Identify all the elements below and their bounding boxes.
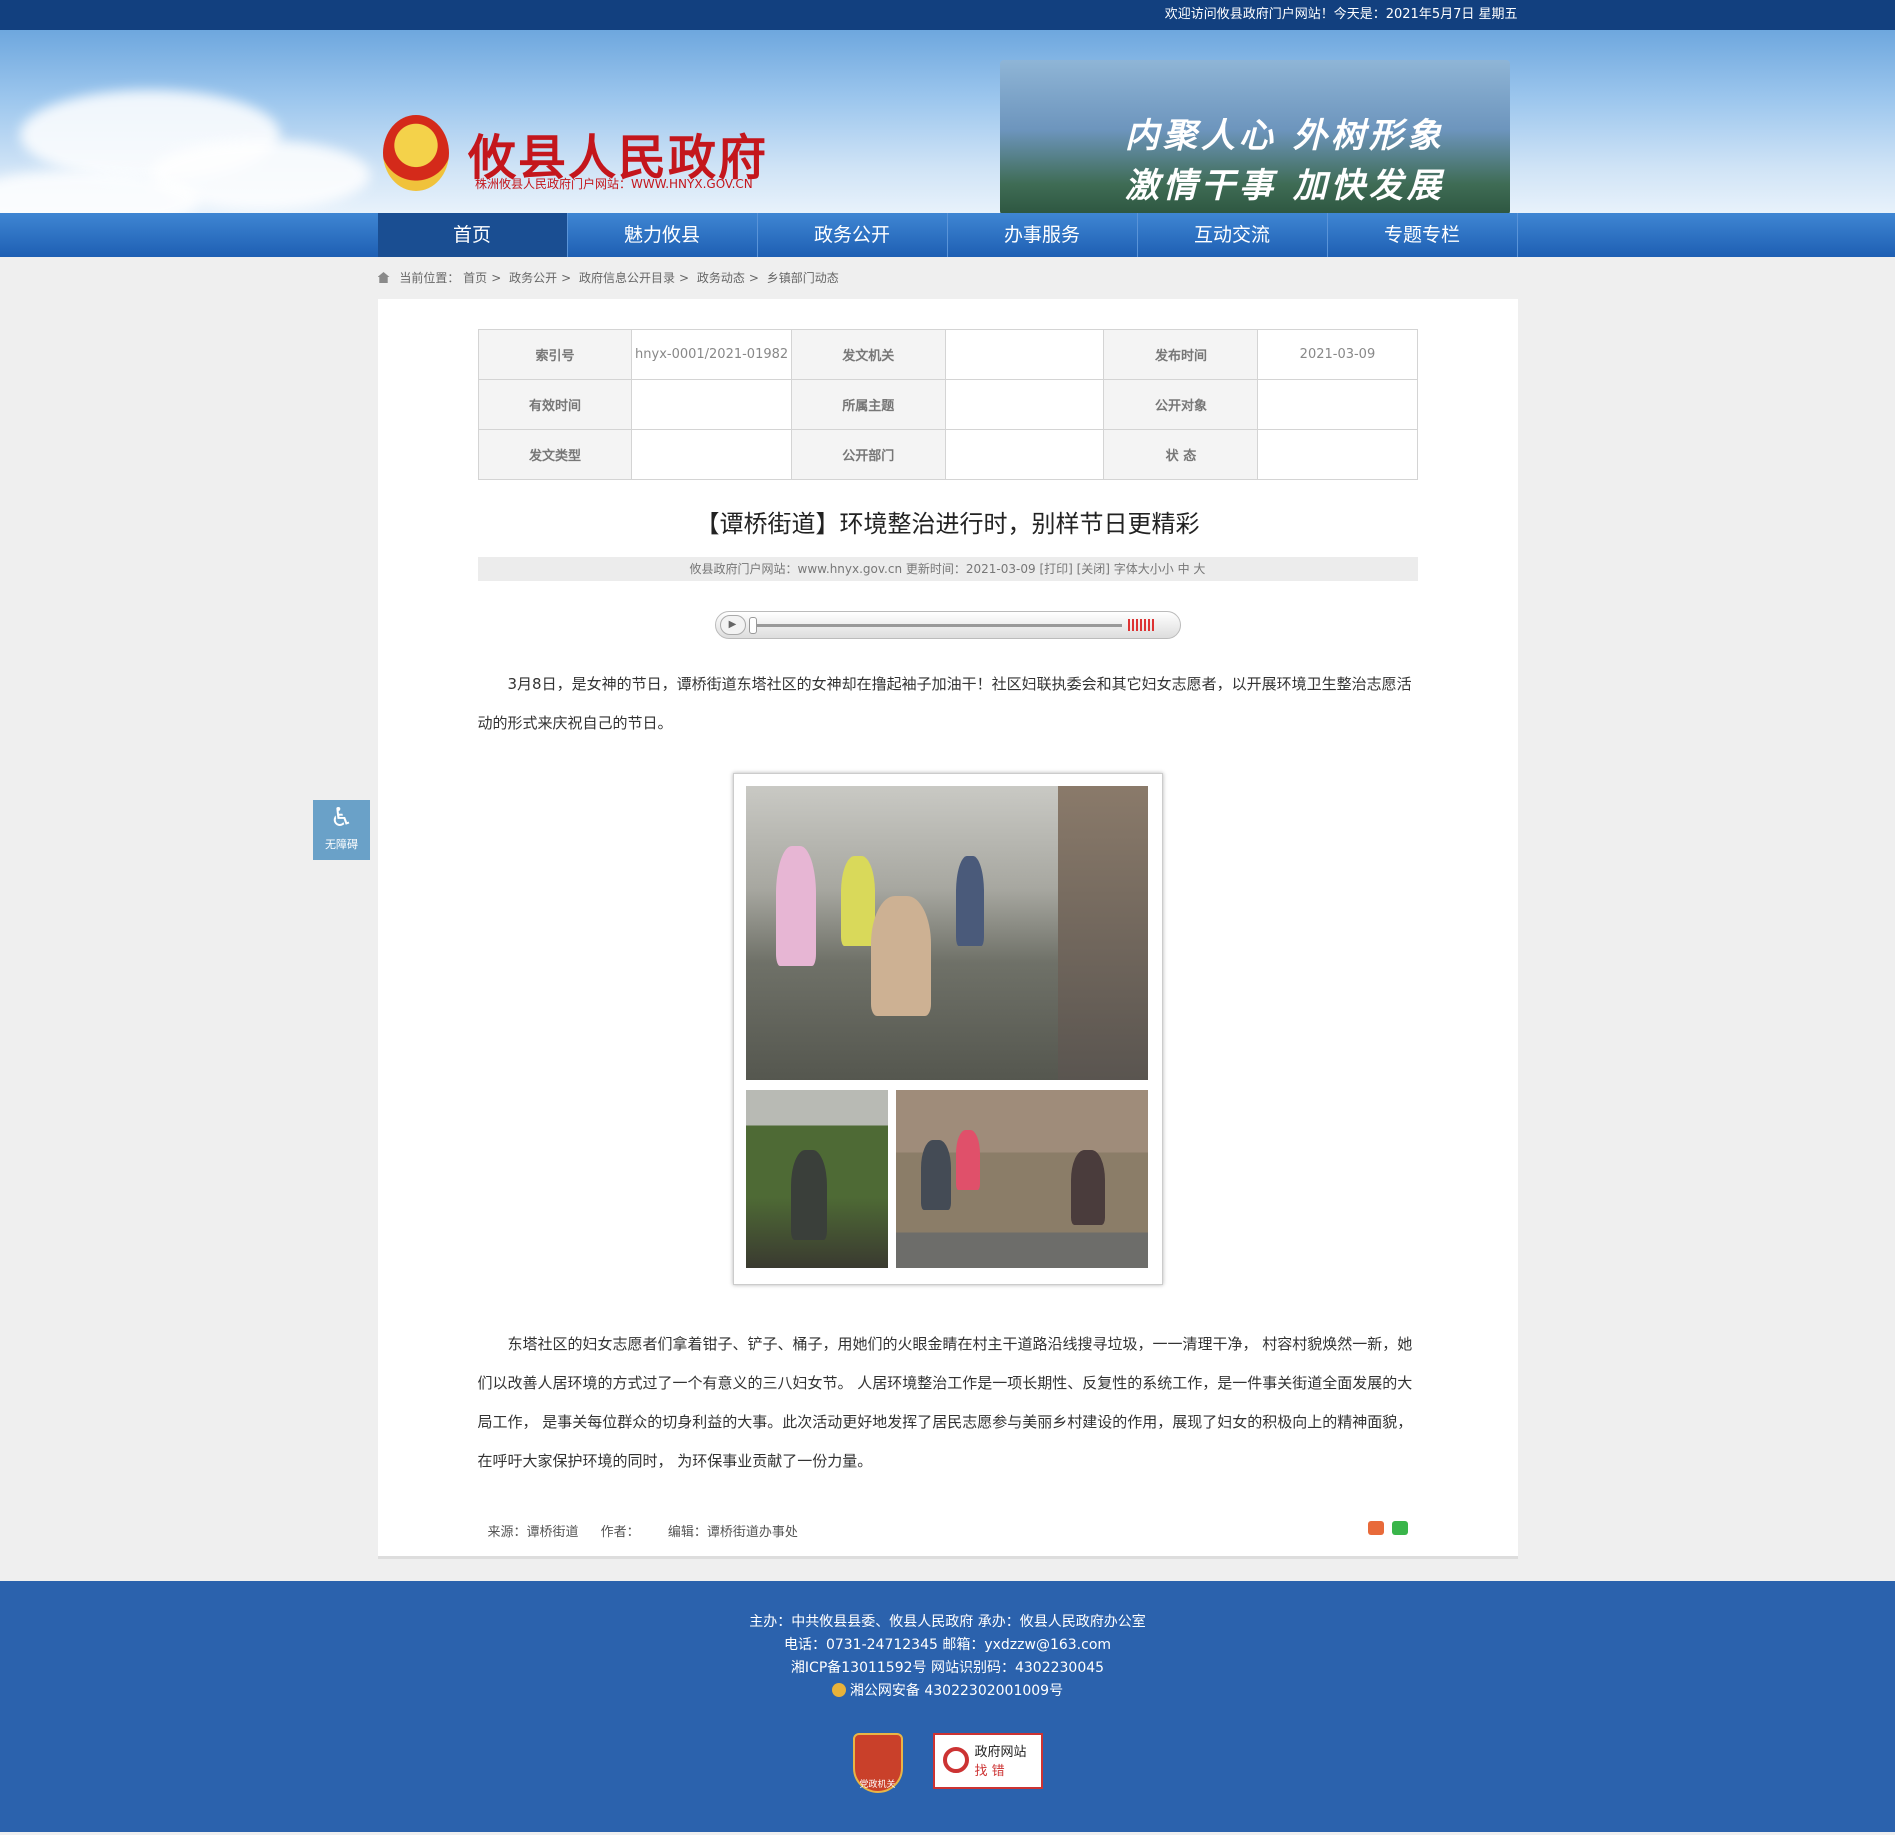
meta-value bbox=[1257, 379, 1418, 430]
article-paragraph: 3月8日，是女神的节日，谭桥街道东塔社区的女神却在撸起袖子加油干！社区妇联执委会… bbox=[477, 675, 1412, 732]
accessibility-button[interactable]: ♿ 无障碍 bbox=[313, 800, 370, 860]
meta-key: 公开部门 bbox=[790, 429, 946, 480]
slogan-line-2: 激情干事 加快发展 bbox=[1125, 166, 1445, 206]
audio-player[interactable]: ▶ bbox=[714, 611, 1181, 639]
wechat-share-icon[interactable] bbox=[1391, 1521, 1408, 1535]
gov-site-error-report-badge[interactable]: 政府网站 找 错 bbox=[932, 1733, 1043, 1789]
article-author: 作者： bbox=[600, 1525, 640, 1540]
photo-street-cleanup bbox=[745, 786, 1148, 1080]
welcome-text: 欢迎访问攸县政府门户网站！今天是：2021年5月7日 星期五 bbox=[1164, 7, 1518, 22]
nav-item-topics[interactable]: 专题专栏 bbox=[1328, 213, 1518, 257]
breadcrumb-item[interactable]: 政务公开 bbox=[509, 271, 557, 285]
meta-value bbox=[944, 429, 1105, 480]
national-emblem-icon[interactable] bbox=[383, 115, 449, 191]
meta-key: 发文类型 bbox=[477, 429, 633, 480]
meta-key: 索引号 bbox=[477, 329, 633, 380]
photo-field-cleanup bbox=[745, 1090, 888, 1268]
breadcrumb: 当前位置： 首页 > 政务公开 > 政府信息公开目录 > 政务动态 > 乡镇部门动态 bbox=[377, 257, 1518, 299]
article-paragraph: 东塔社区的妇女志愿者们拿着钳子、铲子、桶子，用她们的火眼金睛在村主干道路沿线搜寻… bbox=[477, 1335, 1413, 1470]
footer-icp[interactable]: 湘ICP备13011592号 网站识别码：4302230045 bbox=[0, 1657, 1895, 1680]
party-gov-agency-badge[interactable]: 党政机关 bbox=[852, 1733, 903, 1793]
meta-key: 公开对象 bbox=[1103, 379, 1259, 430]
site-footer: 主办：中共攸县县委、攸县人民政府 承办：攸县人民政府办公室 电话：0731-24… bbox=[0, 1581, 1895, 1832]
share-buttons bbox=[1367, 1521, 1408, 1540]
volume-icon[interactable] bbox=[1127, 619, 1154, 631]
audio-progress-track[interactable] bbox=[749, 624, 1122, 627]
article-photo-collage bbox=[732, 773, 1163, 1285]
article-footer: 来源：谭桥街道 作者： 编辑：谭桥街道办事处 bbox=[478, 1521, 1418, 1540]
site-header: 内聚人心 外树形象 激情干事 加快发展 攸县人民政府 株洲攸县人民政府门户网站：… bbox=[0, 30, 1895, 213]
article-source: 来源：谭桥街道 bbox=[487, 1525, 579, 1540]
breadcrumb-item[interactable]: 政府信息公开目录 bbox=[579, 271, 675, 285]
breadcrumb-label: 当前位置： bbox=[399, 271, 460, 285]
accessibility-label: 无障碍 bbox=[325, 838, 358, 851]
footer-contact: 电话：0731-24712345 邮箱：yxdzzw@163.com bbox=[783, 1637, 1112, 1653]
nav-item-gov-affairs[interactable]: 政务公开 bbox=[758, 213, 948, 257]
nav-item-interaction[interactable]: 互动交流 bbox=[1138, 213, 1328, 257]
breadcrumb-item[interactable]: 乡镇部门动态 bbox=[767, 271, 839, 285]
weibo-share-icon[interactable] bbox=[1367, 1521, 1384, 1535]
breadcrumb-item[interactable]: 首页 bbox=[463, 271, 487, 285]
article-container: 索引号 hnyx-0001/2021-01982 发文机关 发布时间 2021-… bbox=[377, 299, 1518, 1559]
breadcrumb-item[interactable]: 政务动态 bbox=[697, 271, 745, 285]
nav-item-charm[interactable]: 魅力攸县 bbox=[568, 213, 758, 257]
magnifier-icon bbox=[942, 1747, 969, 1773]
main-nav: 首页 魅力攸县 政务公开 办事服务 互动交流 专题专栏 bbox=[0, 213, 1895, 257]
meta-value bbox=[631, 379, 792, 430]
meta-value: hnyx-0001/2021-01982 bbox=[631, 329, 792, 380]
police-badge-icon bbox=[831, 1683, 846, 1697]
footer-sponsor: 主办：中共攸县县委、攸县人民政府 承办：攸县人民政府办公室 bbox=[749, 1614, 1146, 1630]
meta-value bbox=[631, 429, 792, 480]
meta-key: 所属主题 bbox=[790, 379, 946, 430]
home-icon bbox=[377, 272, 390, 283]
document-meta-table: 索引号 hnyx-0001/2021-01982 发文机关 发布时间 2021-… bbox=[477, 329, 1418, 480]
top-welcome-bar: 欢迎访问攸县政府门户网站！今天是：2021年5月7日 星期五 bbox=[0, 0, 1895, 30]
meta-value: 2021-03-09 bbox=[1257, 329, 1418, 380]
meta-key: 发布时间 bbox=[1103, 329, 1259, 380]
play-icon[interactable]: ▶ bbox=[719, 615, 746, 635]
article-editor: 编辑：谭桥街道办事处 bbox=[667, 1525, 798, 1540]
meta-key: 有效时间 bbox=[477, 379, 633, 430]
slogan-line-1: 内聚人心 外树形象 bbox=[1125, 116, 1445, 156]
photo-roadside-cleanup bbox=[895, 1090, 1148, 1268]
article-info-bar: 攸县政府门户网站：www.hnyx.gov.cn 更新时间：2021-03-09… bbox=[477, 557, 1418, 581]
meta-value bbox=[1257, 429, 1418, 480]
meta-key: 发文机关 bbox=[790, 329, 946, 380]
audio-progress-handle[interactable] bbox=[748, 617, 757, 634]
footer-police-record[interactable]: 湘公网安备 43022302001009号 bbox=[0, 1680, 1895, 1703]
meta-key: 状 态 bbox=[1103, 429, 1259, 480]
article-title: 【谭桥街道】环境整治进行时，别样节日更精彩 bbox=[695, 510, 1200, 538]
nav-item-services[interactable]: 办事服务 bbox=[948, 213, 1138, 257]
meta-value bbox=[944, 329, 1105, 380]
meta-value bbox=[944, 379, 1105, 430]
site-subtitle: 株洲攸县人民政府门户网站：WWW.HNYX.GOV.CN bbox=[475, 177, 753, 191]
wheelchair-icon: ♿ bbox=[329, 803, 354, 833]
nav-item-home[interactable]: 首页 bbox=[377, 213, 568, 257]
